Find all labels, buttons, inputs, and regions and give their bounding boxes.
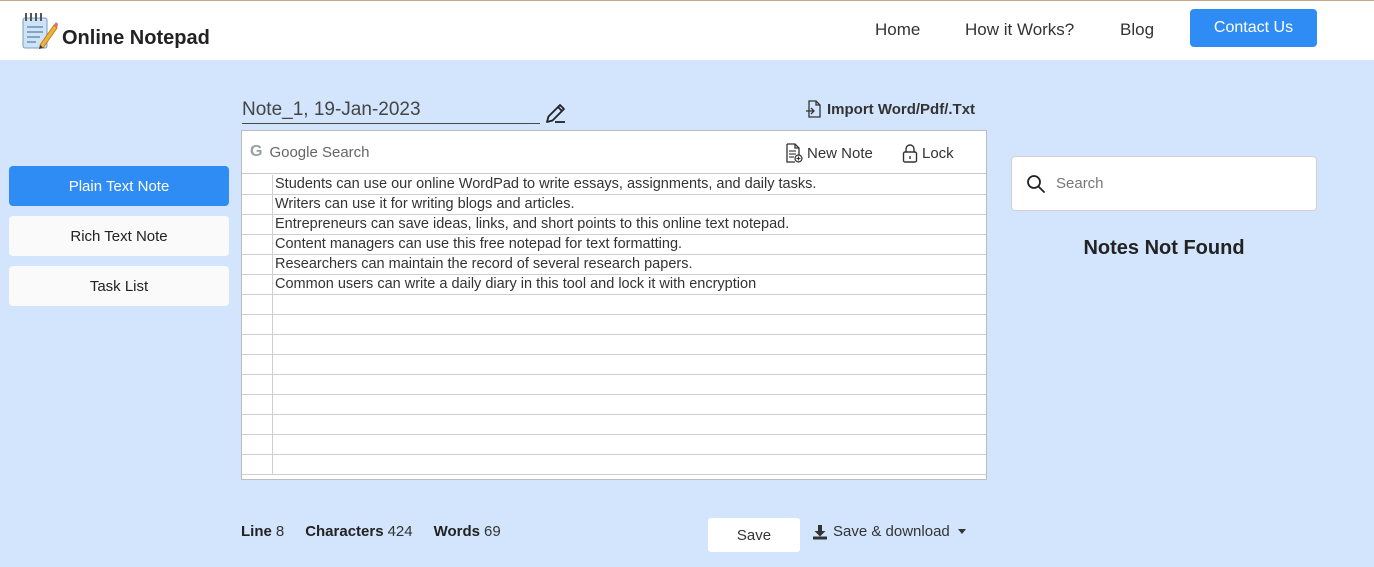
line-gutter (242, 195, 273, 214)
line-text: Content managers can use this free notep… (275, 236, 683, 252)
editor-line (242, 435, 986, 455)
nav-home[interactable]: Home (875, 20, 920, 40)
pencil-icon[interactable] (544, 101, 568, 125)
line-text: Researchers can maintain the record of s… (275, 256, 693, 272)
notes-search-input[interactable] (1056, 175, 1296, 192)
line-text (273, 375, 275, 394)
save-download-dropdown[interactable]: Save & download (812, 523, 966, 540)
nav-blog[interactable]: Blog (1120, 20, 1154, 40)
line-gutter (242, 275, 273, 294)
save-download-label: Save & download (833, 523, 950, 540)
chevron-down-icon (957, 529, 966, 534)
editor-line (242, 315, 986, 335)
note-title-wrapper (242, 97, 540, 124)
stat-characters: Characters 424 (305, 523, 412, 540)
sidebar-item-rich-text-note[interactable]: Rich Text Note (9, 216, 229, 256)
line-gutter (242, 415, 273, 434)
sidebar-item-plain-text-note[interactable]: Plain Text Note (9, 166, 229, 206)
stat-line-value: 8 (275, 523, 285, 540)
line-text (273, 455, 275, 474)
nav-how-it-works[interactable]: How it Works? (965, 20, 1074, 40)
line-text: Writers can use it for writing blogs and… (275, 196, 575, 212)
editor-line: Students can use our online WordPad to w… (242, 175, 986, 195)
line-gutter (242, 295, 273, 314)
line-text (273, 295, 275, 314)
editor-line (242, 395, 986, 415)
editor-line (242, 375, 986, 395)
editor-line (242, 455, 986, 475)
stat-line: Line 8 (241, 523, 284, 540)
line-gutter (242, 235, 273, 254)
stat-characters-value: 424 (387, 523, 413, 540)
site-header: Online Notepad Home How it Works? Blog C… (0, 1, 1374, 60)
stat-characters-label: Characters (305, 523, 384, 540)
line-gutter (242, 175, 273, 194)
search-icon (1027, 174, 1045, 193)
line-text (273, 355, 275, 374)
editor-line (242, 415, 986, 435)
line-text: Common users can write a daily diary in … (275, 276, 757, 292)
brand[interactable]: Online Notepad (20, 11, 210, 51)
line-text (273, 335, 275, 354)
google-search-label: Google Search (269, 143, 370, 161)
editor-line: Entrepreneurs can save ideas, links, and… (242, 215, 986, 235)
line-gutter (242, 395, 273, 414)
line-gutter (242, 455, 273, 474)
editor-line (242, 335, 986, 355)
lock-button[interactable]: Lock (902, 143, 954, 163)
editor-textarea[interactable]: Students can use our online WordPad to w… (242, 175, 986, 479)
import-label: Import Word/Pdf/.Txt (827, 100, 976, 118)
sidebar-item-task-list[interactable]: Task List (9, 266, 229, 306)
note-stats: Line 8 Characters 424 Words 69 (241, 523, 522, 540)
line-text (273, 315, 275, 334)
line-gutter (242, 255, 273, 274)
line-text: Students can use our online WordPad to w… (275, 176, 817, 192)
google-icon: G (250, 143, 263, 160)
brand-name: Online Notepad (62, 26, 210, 49)
stat-line-label: Line (241, 523, 272, 540)
line-text: Entrepreneurs can save ideas, links, and… (275, 216, 790, 232)
contact-us-button[interactable]: Contact Us (1190, 9, 1317, 47)
stat-words: Words 69 (434, 523, 501, 540)
line-gutter (242, 375, 273, 394)
new-note-icon (786, 143, 803, 163)
import-file-link[interactable]: Import Word/Pdf/.Txt (805, 100, 975, 118)
note-editor: G Google Search New Note Lock Students c… (241, 130, 987, 480)
editor-line: Researchers can maintain the record of s… (242, 255, 986, 275)
line-text (273, 395, 275, 414)
new-note-button[interactable]: New Note (785, 143, 873, 163)
stat-words-value: 69 (484, 523, 501, 540)
stat-words-label: Words (433, 523, 481, 540)
line-gutter (242, 435, 273, 454)
new-note-label: New Note (807, 144, 873, 162)
google-search-field[interactable]: G Google Search (250, 143, 370, 161)
lock-icon (902, 144, 918, 163)
line-gutter (242, 355, 273, 374)
editor-line (242, 295, 986, 315)
download-icon (813, 524, 827, 539)
line-text (273, 435, 275, 454)
editor-toolbar: G Google Search New Note Lock (242, 131, 986, 174)
editor-line: Common users can write a daily diary in … (242, 275, 986, 295)
notepad-logo-icon (22, 13, 58, 49)
editor-line: Writers can use it for writing blogs and… (242, 195, 986, 215)
line-text (273, 415, 275, 434)
notes-search-box[interactable] (1011, 156, 1317, 211)
line-gutter (242, 335, 273, 354)
editor-line: Content managers can use this free notep… (242, 235, 986, 255)
line-gutter (242, 215, 273, 234)
notes-empty-message: Notes Not Found (1083, 237, 1245, 259)
editor-line (242, 355, 986, 375)
file-import-icon (806, 100, 821, 118)
save-button[interactable]: Save (708, 518, 800, 552)
note-title-input[interactable] (242, 97, 540, 123)
line-gutter (242, 315, 273, 334)
lock-label: Lock (922, 144, 954, 162)
